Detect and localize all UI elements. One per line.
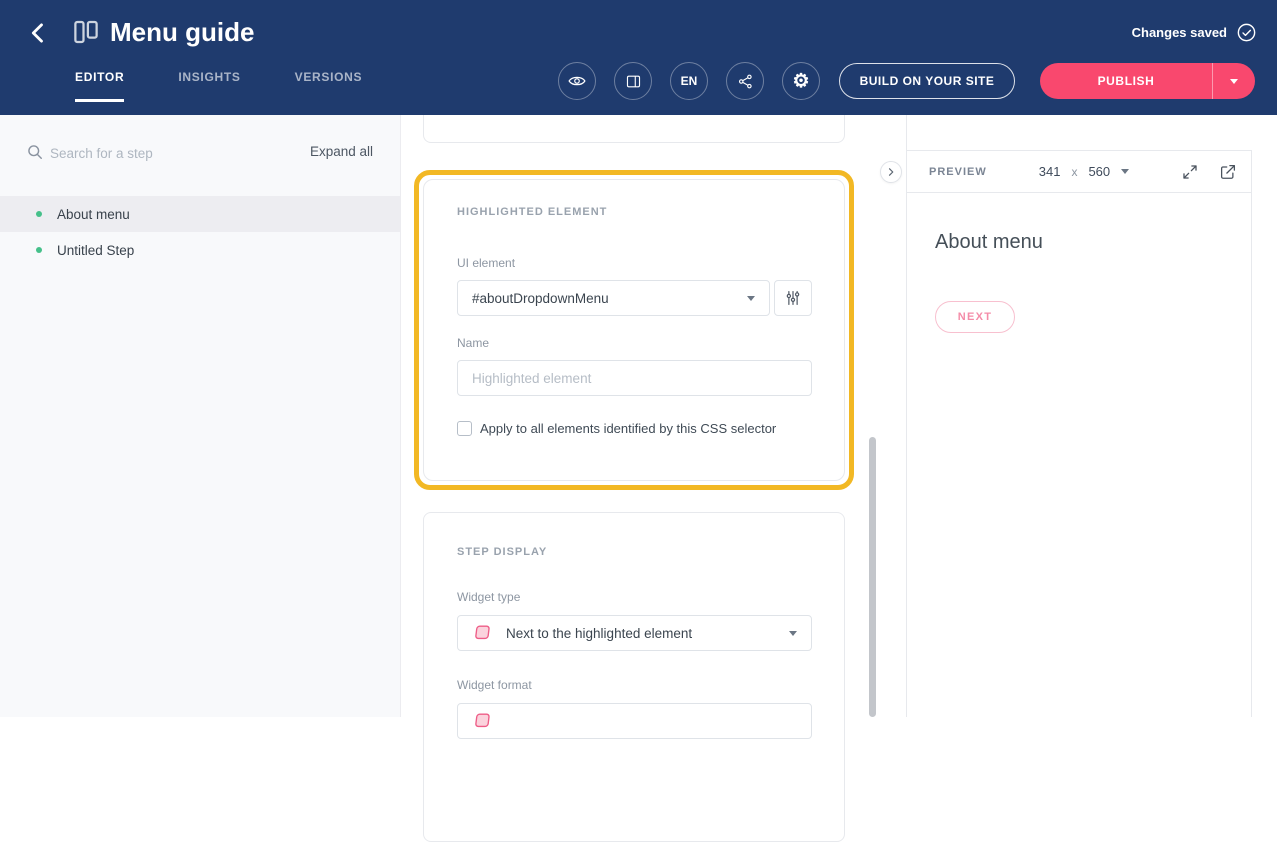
expand-preview-button[interactable] [1181, 163, 1199, 181]
chevron-down-icon [747, 296, 755, 301]
step-list: About menu Untitled Step [0, 196, 400, 268]
check-circle-icon [1236, 22, 1257, 43]
chevron-down-icon [1230, 79, 1238, 84]
build-on-your-site-button[interactable]: BUILD ON YOUR SITE [839, 63, 1015, 99]
share-icon [737, 73, 754, 90]
step-item-about-menu[interactable]: About menu [0, 196, 400, 232]
chevron-left-icon [24, 19, 52, 47]
highlighted-element-card: HIGHLIGHTED ELEMENT UI element #aboutDro… [423, 179, 845, 481]
preview-step-title: About menu [935, 231, 1043, 254]
highlighted-element-focus-ring: HIGHLIGHTED ELEMENT UI element #aboutDro… [414, 170, 854, 490]
page-title: Menu guide [110, 17, 254, 48]
preview-eye-button[interactable] [558, 62, 596, 100]
apply-all-checkbox[interactable] [457, 421, 472, 436]
maximize-icon [1181, 163, 1199, 181]
expand-all-link[interactable]: Expand all [310, 144, 373, 159]
step-item-label: Untitled Step [57, 243, 134, 258]
steps-sidebar: Expand all About menu Untitled Step [0, 115, 401, 717]
widget-format-label: Widget format [457, 678, 532, 692]
tab-insights[interactable]: INSIGHTS [178, 70, 240, 102]
preview-box: PREVIEW 341 x 560 [907, 150, 1252, 717]
widget-format-select[interactable] [457, 703, 812, 739]
app-header: Menu guide Changes saved EDITOR INSIGHTS… [0, 0, 1277, 115]
step-item-label: About menu [57, 207, 130, 222]
preview-height-value: 560 [1088, 164, 1110, 179]
previous-card-partial [423, 115, 845, 143]
widget-type-label: Widget type [457, 590, 520, 604]
eye-icon [568, 72, 586, 90]
ui-element-select[interactable]: #aboutDropdownMenu [457, 280, 770, 316]
publish-dropdown-button[interactable] [1212, 63, 1255, 99]
highlighted-element-name-input[interactable] [457, 360, 812, 396]
settings-button[interactable]: ⚙ [782, 62, 820, 100]
preview-header-icons [1181, 163, 1237, 181]
name-label: Name [457, 336, 489, 350]
step-item-untitled-step[interactable]: Untitled Step [0, 232, 400, 268]
chevron-right-icon [884, 165, 898, 179]
ui-element-value: #aboutDropdownMenu [472, 291, 747, 306]
apply-all-checkbox-row[interactable]: Apply to all elements identified by this… [457, 421, 776, 436]
external-link-icon [1219, 163, 1237, 181]
publish-split-button: PUBLISH [1040, 63, 1255, 99]
back-button[interactable] [24, 19, 52, 47]
ui-element-label: UI element [457, 256, 515, 270]
widget-format-icon [472, 711, 492, 731]
preview-panel: PREVIEW 341 x 560 [906, 115, 1277, 717]
search-icon [25, 142, 45, 162]
preview-header: PREVIEW 341 x 560 [907, 151, 1251, 193]
open-in-new-tab-button[interactable] [1219, 163, 1237, 181]
step-status-dot [36, 211, 42, 217]
section-title: HIGHLIGHTED ELEMENT [457, 206, 607, 218]
tab-versions[interactable]: VERSIONS [295, 70, 363, 102]
layout-panel-icon [625, 73, 642, 90]
share-button[interactable] [726, 62, 764, 100]
collapse-panel-button[interactable] [880, 161, 902, 183]
language-button[interactable]: EN [670, 62, 708, 100]
guide-columns-icon [71, 17, 101, 47]
preview-dimensions-select[interactable]: 341 x 560 [1039, 164, 1129, 179]
layout-button[interactable] [614, 62, 652, 100]
widget-tooltip-icon [472, 623, 492, 643]
preview-width-value: 341 [1039, 164, 1061, 179]
gear-icon: ⚙ [792, 72, 809, 91]
search-step-input[interactable] [50, 143, 260, 163]
selector-settings-button[interactable] [774, 280, 812, 316]
header-icon-buttons: EN ⚙ [558, 62, 820, 100]
widget-type-select[interactable]: Next to the highlighted element [457, 615, 812, 651]
tab-editor[interactable]: EDITOR [75, 70, 124, 102]
dimension-separator: x [1071, 165, 1077, 179]
chevron-down-icon [789, 631, 797, 636]
widget-type-value: Next to the highlighted element [506, 626, 789, 641]
step-status-dot [36, 247, 42, 253]
step-display-card: STEP DISPLAY Widget type Next to the hig… [423, 512, 845, 842]
next-button[interactable]: NEXT [935, 301, 1015, 333]
language-label: EN [681, 74, 698, 88]
apply-all-label: Apply to all elements identified by this… [480, 421, 776, 436]
tune-sliders-icon [784, 289, 802, 307]
changes-saved-status: Changes saved [1132, 25, 1227, 40]
header-tabs: EDITOR INSIGHTS VERSIONS [75, 70, 362, 102]
vertical-scrollbar[interactable] [869, 437, 876, 717]
chevron-down-icon [1121, 169, 1129, 174]
preview-title: PREVIEW [929, 166, 987, 178]
editor-main: HIGHLIGHTED ELEMENT UI element #aboutDro… [401, 115, 906, 717]
section-title: STEP DISPLAY [457, 546, 547, 558]
publish-button[interactable]: PUBLISH [1040, 63, 1212, 99]
